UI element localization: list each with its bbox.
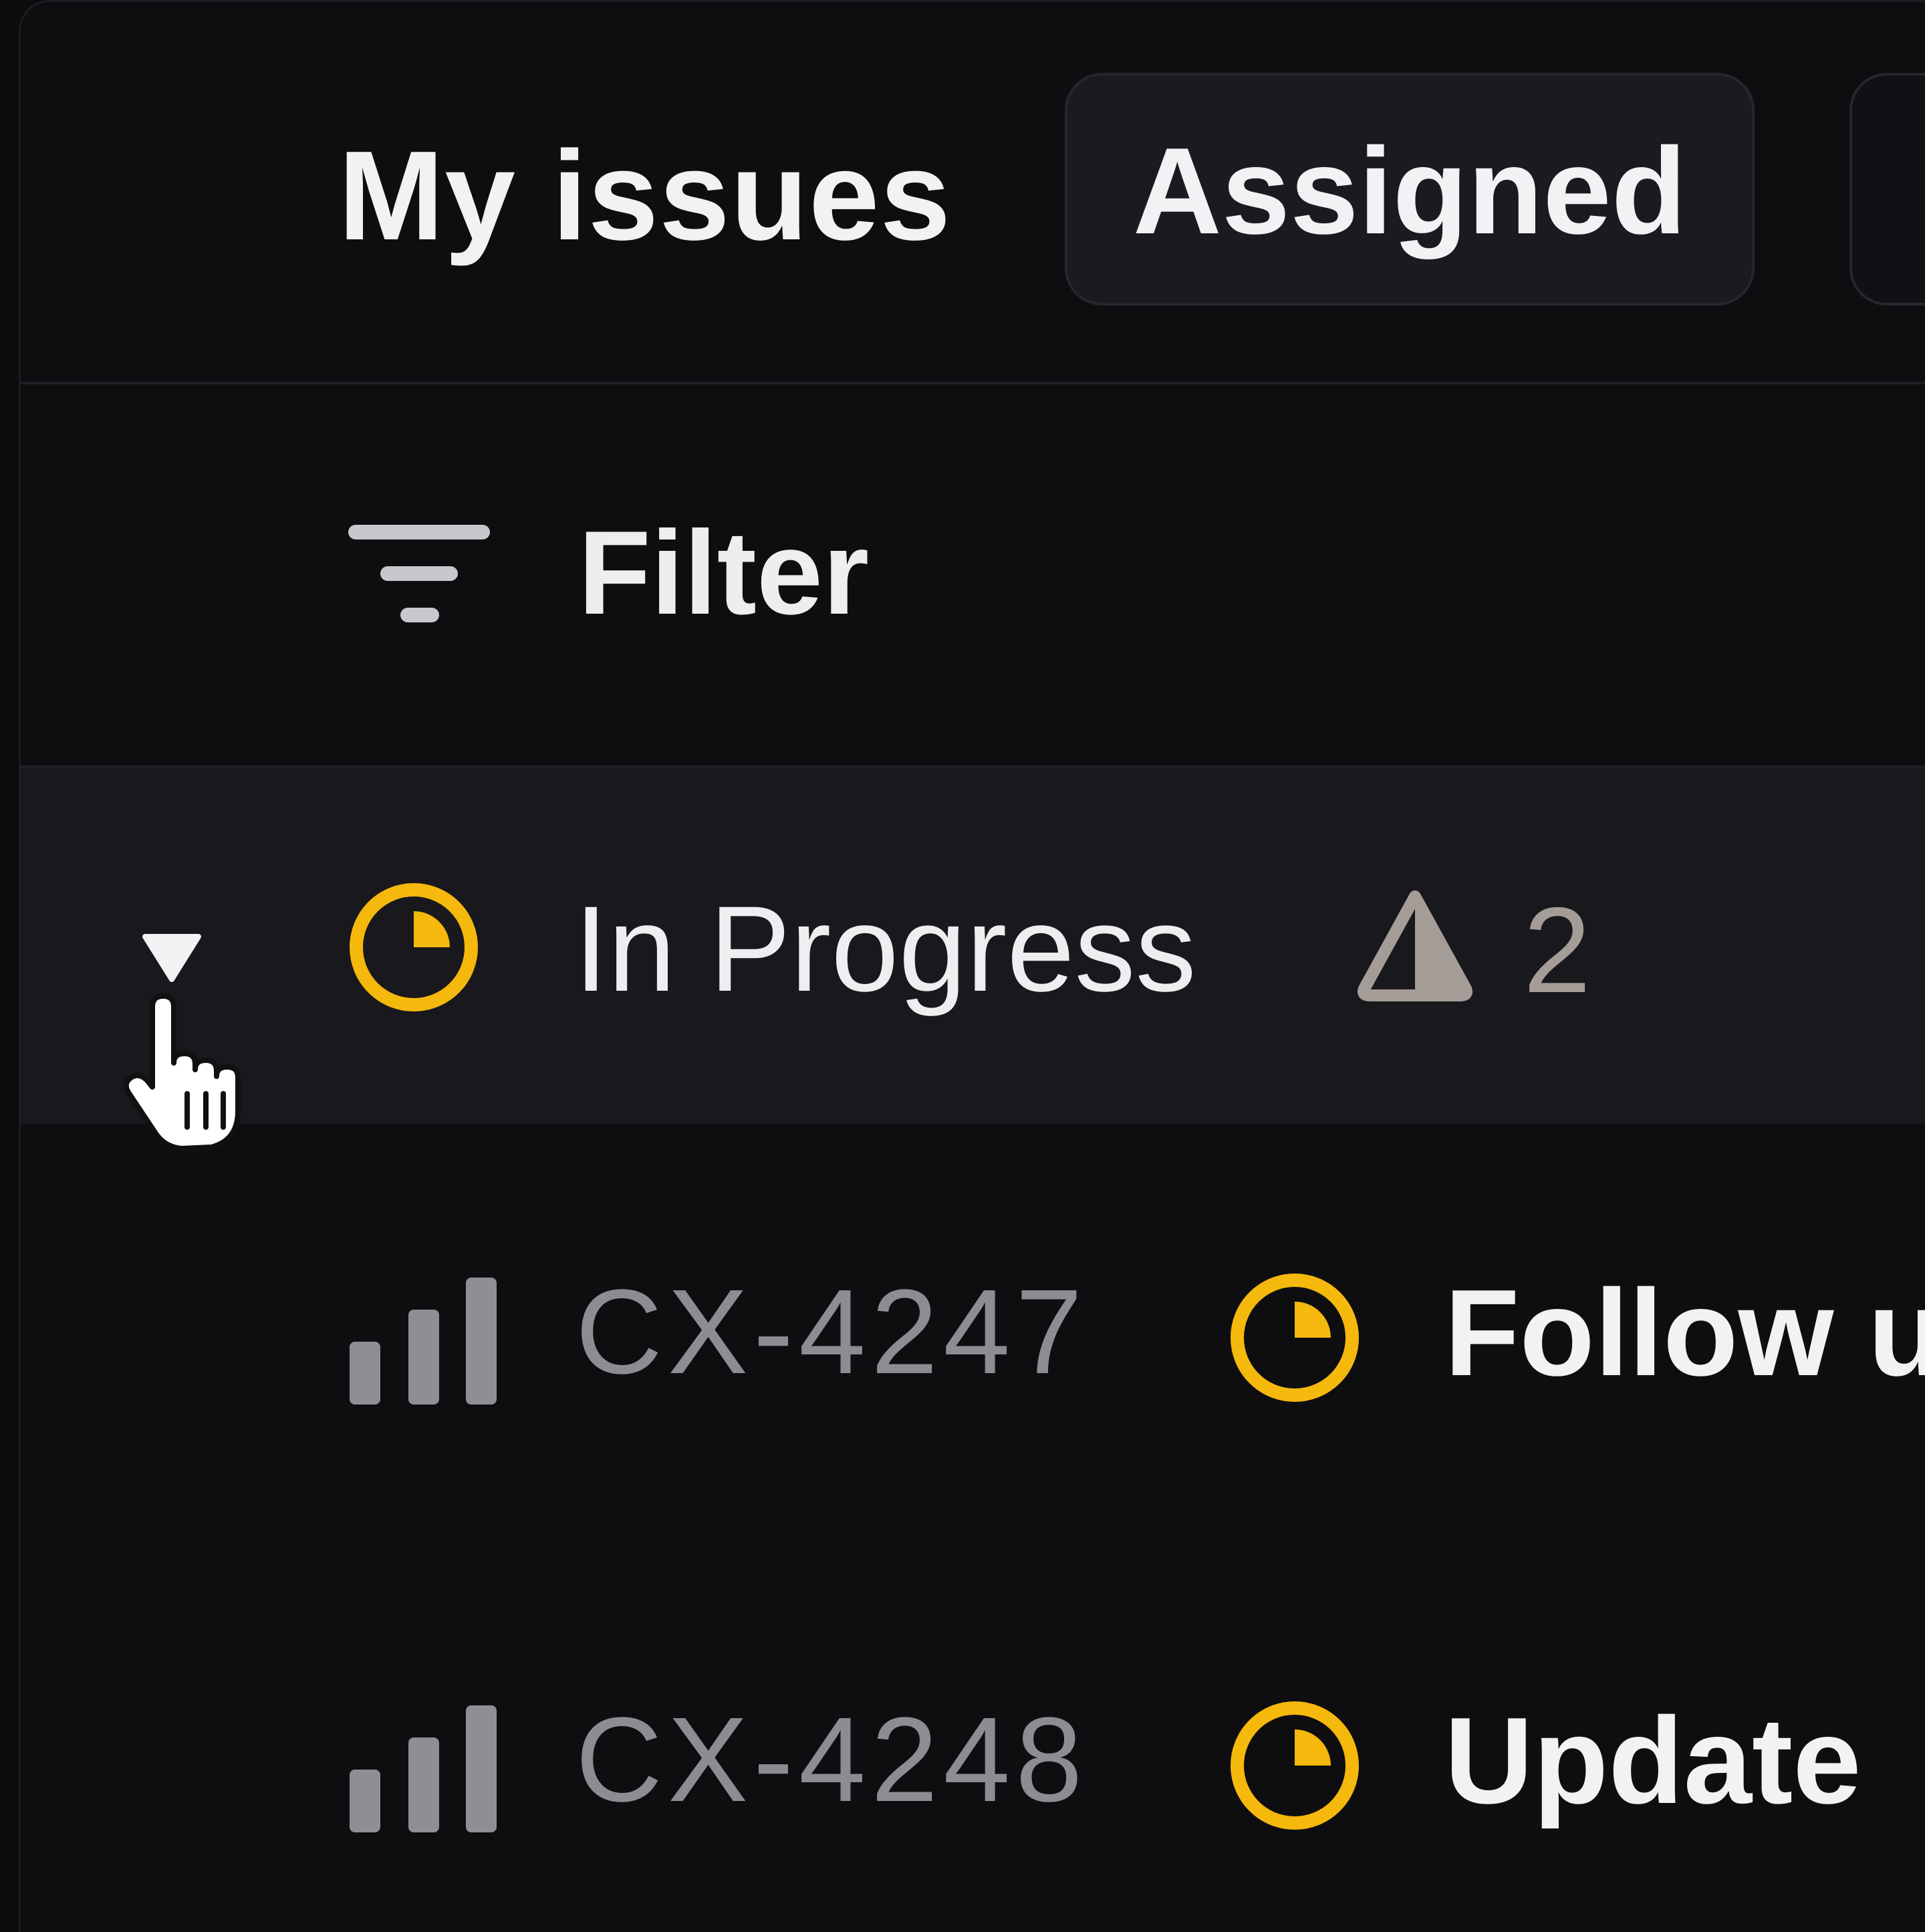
group-label: In Progress (574, 880, 1196, 1017)
caret-down-icon[interactable] (140, 929, 204, 985)
filter-button[interactable]: Filter (578, 506, 869, 640)
in-progress-icon[interactable] (1228, 1699, 1362, 1832)
tab-label: Assigned (1132, 122, 1687, 259)
filter-lines-icon[interactable] (348, 525, 490, 625)
priority-bars-icon[interactable] (350, 1278, 497, 1405)
page-header: My issues Assigned (21, 2, 1925, 384)
tab-assigned[interactable]: Assigned (1065, 73, 1755, 306)
group-header-in-progress[interactable]: In Progress 2 (21, 768, 1925, 1124)
in-progress-icon[interactable] (1228, 1271, 1362, 1405)
group-count: 2 (1523, 882, 1591, 1018)
issue-title: Follow u (1444, 1263, 1925, 1401)
warning-icon (1358, 890, 1472, 1001)
issue-id: CX-4247 (575, 1265, 1088, 1399)
filter-bar: Filter (21, 384, 1925, 768)
issue-row[interactable]: CX-4247 Follow u (21, 1124, 1925, 1552)
issue-title: Update (1444, 1691, 1862, 1829)
in-progress-icon (350, 883, 478, 1011)
page-title: My issues (338, 125, 952, 267)
issue-row[interactable]: CX-4248 Update (21, 1552, 1925, 1932)
priority-bars-icon[interactable] (350, 1705, 497, 1832)
tab-next[interactable] (1849, 73, 1925, 306)
issues-panel: My issues Assigned Filter In Progress 2 (19, 0, 1925, 1932)
issue-id: CX-4248 (575, 1693, 1088, 1827)
